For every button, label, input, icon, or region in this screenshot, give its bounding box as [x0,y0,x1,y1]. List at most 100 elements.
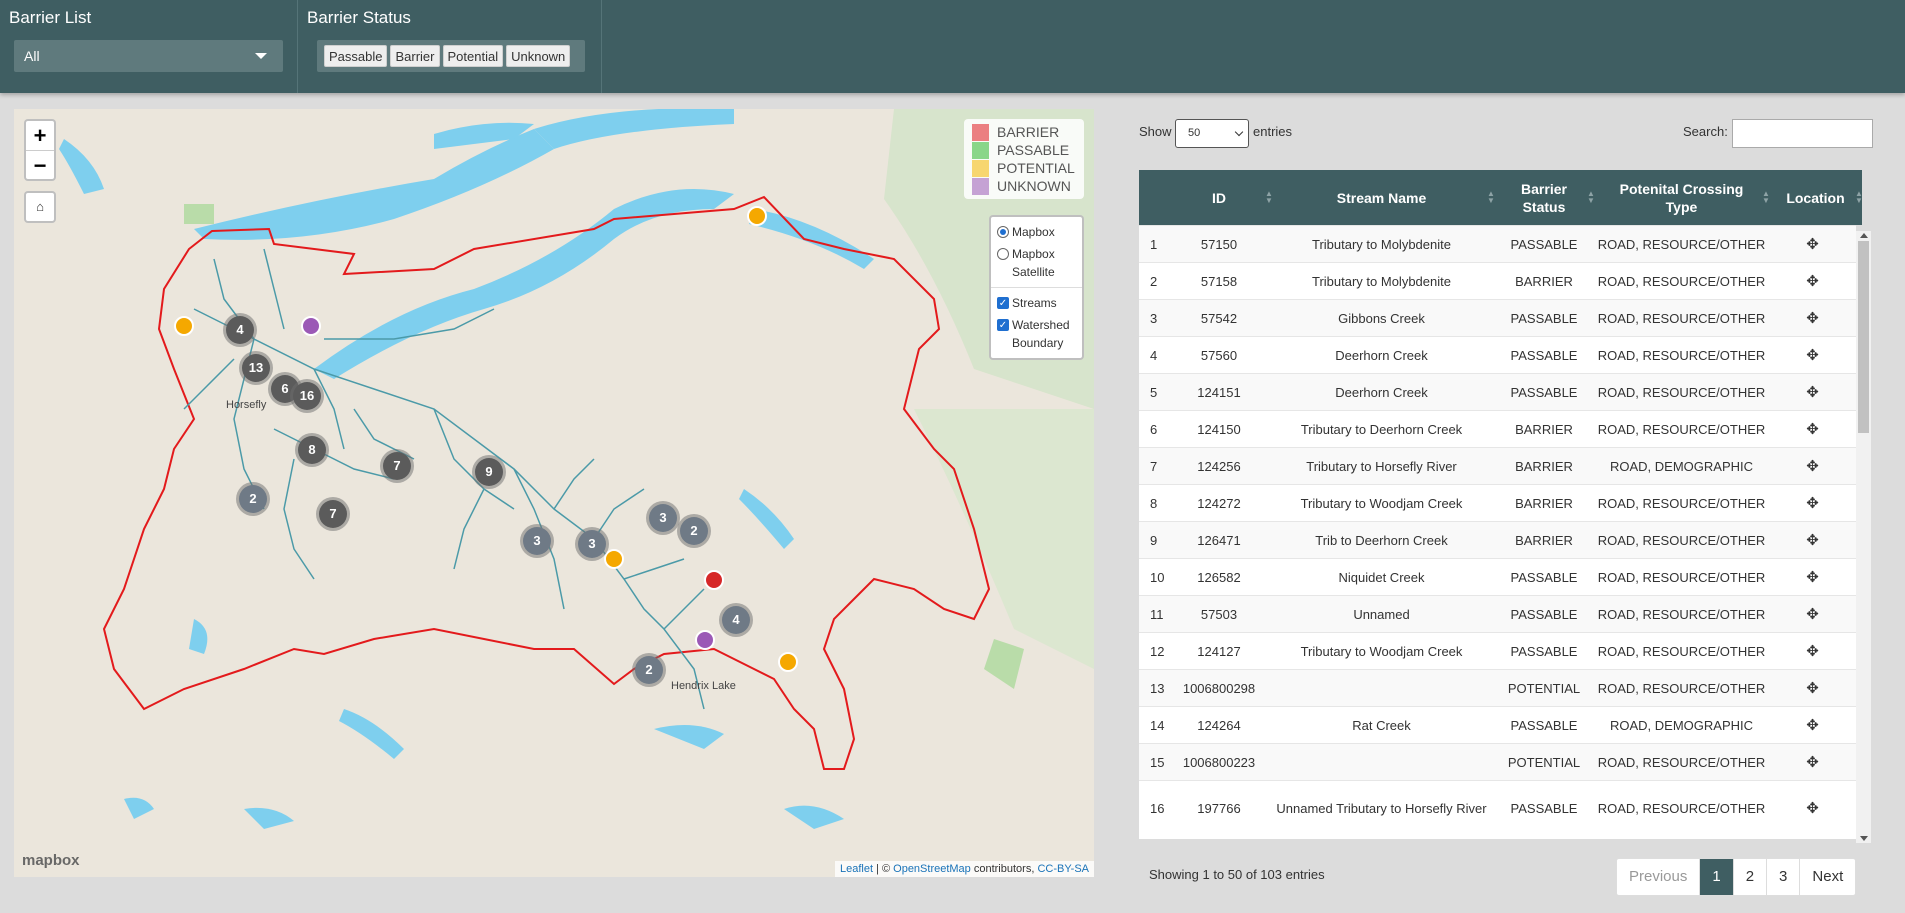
table-row[interactable]: 7 124256 Tributary to Horsefly River BARRIE… [1139,447,1856,484]
table-row[interactable]: 13 1006800298 POTENTIAL ROAD, RESOURCE/OTHE… [1139,669,1856,706]
license-link[interactable]: CC-BY-SA [1037,863,1089,875]
locate-button[interactable]: ✥ [1769,522,1856,558]
column-header-crossing-type[interactable]: Potenital Crossing Type ▲ ▼ [1594,170,1770,225]
next-page-button[interactable]: Next [1799,859,1855,895]
layer-option-satellite[interactable]: Mapbox Satellite [997,243,1076,283]
locate-button[interactable]: ✥ [1769,411,1856,447]
column-header-location[interactable]: Location ▲ ▼ [1769,170,1863,225]
chevron-down-icon [255,53,267,59]
locate-button[interactable]: ✥ [1769,337,1856,373]
page-2-button[interactable]: 2 [1732,859,1766,895]
status-unknown-button[interactable]: Unknown [506,45,571,67]
locate-button[interactable]: ✥ [1769,670,1856,706]
layer-option-streams[interactable]: ✓ Streams [997,292,1076,314]
scrollbar-thumb[interactable] [1858,241,1869,433]
table-row[interactable]: 11 57503 Unnamed PASSABLE ROAD, RESOURCE/OTH… [1139,595,1856,632]
locate-button[interactable]: ✥ [1769,744,1856,780]
barrier-marker[interactable] [704,570,724,590]
table-row[interactable]: 1 57150 Tributary to Molybdenite PASSABLE RO… [1139,225,1856,262]
page-3-button[interactable]: 3 [1766,859,1799,895]
checkbox-watershed[interactable]: ✓ [997,319,1009,331]
page-length-select[interactable]: 50 [1175,119,1249,148]
table-row[interactable]: 8 124272 Tributary to Woodjam Creek BARRIER… [1139,484,1856,521]
search-input[interactable] [1732,119,1873,148]
cluster-marker[interactable]: 9 [472,455,506,489]
radio-satellite[interactable] [997,248,1009,260]
locate-button[interactable]: ✥ [1769,374,1856,410]
cluster-marker[interactable]: 8 [295,433,329,467]
cluster-marker[interactable]: 3 [646,501,680,535]
zoom-in-button[interactable]: + [26,121,54,150]
locate-button[interactable]: ✥ [1769,263,1856,299]
table-row[interactable]: 6 124150 Tributary to Deerhorn Creek BARRIE… [1139,410,1856,447]
locate-button[interactable]: ✥ [1769,781,1856,835]
leaflet-link[interactable]: Leaflet [840,863,873,875]
cell-crossing-type: ROAD, RESOURCE/OTHER [1597,680,1766,696]
cluster-marker[interactable]: 2 [632,653,666,687]
cluster-marker[interactable]: 7 [380,449,414,483]
column-header-barrier-status[interactable]: Barrier Status ▲ ▼ [1494,170,1595,225]
table-row[interactable]: 5 124151 Deerhorn Creek PASSABLE ROAD, RESOU… [1139,373,1856,410]
table-row[interactable]: 16 197766 Unnamed Tributary to Horsefly Ri… [1139,780,1856,835]
move-icon: ✥ [1806,716,1819,734]
cell-stream-name: Gibbons Creek [1338,310,1425,326]
column-header-id[interactable]: ID ▲ ▼ [1169,170,1273,225]
table-row[interactable]: 4 57560 Deerhorn Creek PASSABLE ROAD, RESOUR… [1139,336,1856,373]
status-potential-button[interactable]: Potential [442,45,504,67]
osm-link[interactable]: OpenStreetMap [893,863,971,875]
table-scrollbar[interactable] [1856,231,1871,843]
unknown-marker[interactable] [695,630,715,650]
table-row[interactable]: 14 124264 Rat Creek PASSABLE ROAD, DEMOGRAPH… [1139,706,1856,743]
cluster-marker[interactable]: 2 [236,482,270,516]
checkbox-streams[interactable]: ✓ [997,297,1009,309]
scroll-up-icon[interactable] [1860,233,1868,238]
potential-marker[interactable] [174,316,194,336]
layer-option-watershed[interactable]: ✓ Watershed Boundary [997,314,1076,354]
potential-marker[interactable] [778,652,798,672]
cell-crossing-type: ROAD, RESOURCE/OTHER [1597,236,1766,252]
layer-option-mapbox[interactable]: Mapbox [997,221,1076,243]
pagination: Previous 1 2 3 Next [1616,858,1857,896]
potential-marker[interactable] [747,206,767,226]
barrier-list-select[interactable]: All [14,40,283,72]
table-row[interactable]: 15 1006800223 POTENTIAL ROAD, RESOURCE/OTHE… [1139,743,1856,780]
cluster-marker[interactable]: 3 [575,527,609,561]
table-header: ID ▲ ▼ Stream Name ▲ ▼ Barrier Status ▲ ▼ Pote… [1139,170,1863,225]
cluster-marker[interactable]: 16 [290,379,324,413]
locate-button[interactable]: ✥ [1769,226,1856,262]
zoom-out-button[interactable]: − [26,150,54,179]
page-1-button[interactable]: 1 [1699,859,1733,895]
cluster-marker[interactable]: 7 [316,497,350,531]
scroll-down-icon[interactable] [1860,836,1868,841]
table-row[interactable]: 10 126582 Niquidet Creek PASSABLE ROAD, RESO… [1139,558,1856,595]
locate-button[interactable]: ✥ [1769,633,1856,669]
cell-id: 126582 [1197,569,1241,585]
previous-page-button[interactable]: Previous [1617,859,1699,895]
table-row[interactable]: 12 124127 Tributary to Woodjam Creek PASSAB… [1139,632,1856,669]
cluster-marker[interactable]: 13 [239,351,273,385]
locate-button[interactable]: ✥ [1769,485,1856,521]
radio-mapbox[interactable] [997,226,1009,238]
status-passable-button[interactable]: Passable [324,45,388,67]
locate-button[interactable]: ✥ [1769,300,1856,336]
map-panel[interactable]: + − ⌂ BARRIER PASSABLE POTENTIAL UNKNOWN… [14,109,1094,877]
unknown-marker[interactable] [301,316,321,336]
table-row[interactable]: 9 126471 Trib to Deerhorn Creek BARRIER ROAD… [1139,521,1856,558]
locate-button[interactable]: ✥ [1769,448,1856,484]
home-button[interactable]: ⌂ [24,191,56,223]
cell-barrier-status: PASSABLE [1510,717,1578,733]
cluster-marker[interactable]: 4 [719,603,753,637]
table-row[interactable]: 3 57542 Gibbons Creek PASSABLE ROAD, RESOURC… [1139,299,1856,336]
cluster-marker[interactable]: 4 [223,313,257,347]
cluster-marker[interactable]: 3 [520,524,554,558]
status-barrier-button[interactable]: Barrier [390,45,440,67]
locate-button[interactable]: ✥ [1769,596,1856,632]
locate-button[interactable]: ✥ [1769,559,1856,595]
table-row[interactable]: 2 57158 Tributary to Molybdenite BARRIER ROA… [1139,262,1856,299]
locate-button[interactable]: ✥ [1769,707,1856,743]
cluster-marker[interactable]: 2 [677,514,711,548]
column-header-stream-name[interactable]: Stream Name ▲ ▼ [1269,170,1495,225]
move-icon: ✥ [1806,383,1819,401]
cell-barrier-status: PASSABLE [1510,606,1578,622]
barrier-list-value: All [24,48,40,64]
